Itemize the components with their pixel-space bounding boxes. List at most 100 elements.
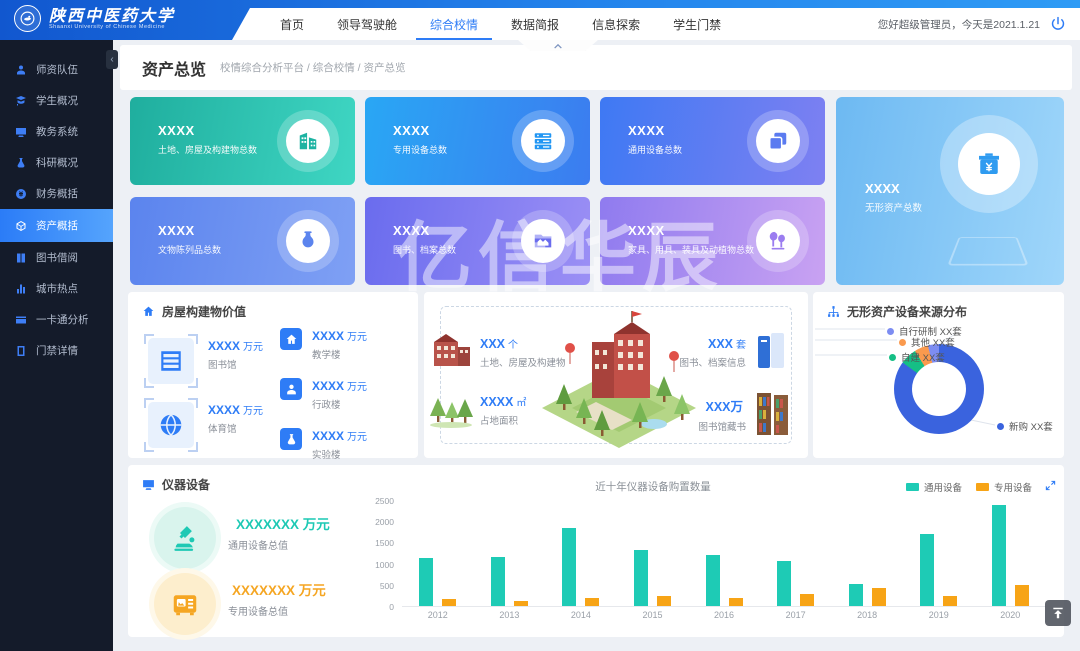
nav-school-overview[interactable]: 综合校情 bbox=[430, 8, 478, 40]
top-nav: 首页 领导驾驶舱 综合校情 数据简报 信息探索 学生门禁 您好超级管理员，今天是… bbox=[232, 8, 1080, 40]
greeting-text: 您好超级管理员，今天是2021.1.21 bbox=[878, 17, 1040, 32]
page-title: 资产总览 bbox=[142, 56, 206, 80]
bookshelf-icon bbox=[148, 338, 194, 384]
nav-home[interactable]: 首页 bbox=[280, 8, 304, 40]
legend-special-equipment[interactable]: 专用设备 bbox=[976, 480, 1032, 494]
sidebar-item-finance[interactable]: 财务概括 bbox=[0, 178, 113, 209]
server-icon bbox=[521, 119, 565, 163]
building-item-teaching: XXXX万元 教学楼 bbox=[280, 328, 367, 361]
sidebar-item-city-hotspot[interactable]: 城市热点 bbox=[0, 273, 113, 304]
student-icon bbox=[15, 95, 27, 107]
card-special-equipment[interactable]: XXXX 专用设备总数 bbox=[365, 97, 590, 185]
logo-title: 陕西中医药大学 bbox=[49, 7, 175, 24]
teacher-icon bbox=[15, 64, 27, 76]
legend-dot bbox=[889, 354, 896, 361]
sidebar-item-label: 科研概况 bbox=[36, 155, 78, 170]
panel-title: 房屋构建物价值 bbox=[162, 303, 246, 320]
bar-chart-plot bbox=[402, 501, 1046, 607]
sidebar-item-faculty[interactable]: 师资队伍 bbox=[0, 54, 113, 85]
page-header: 资产总览 校情综合分析平台 / 综合校情 / 资产总览 bbox=[120, 45, 1072, 90]
university-logo: 陕西中医药大学 Shaanxi University of Chinese Me… bbox=[14, 5, 175, 32]
general-equipment-label: 通用设备总值 bbox=[228, 537, 288, 552]
x-tick-label: 2020 bbox=[975, 610, 1047, 620]
sidebar: 师资队伍 学生概况 教务系统 科研概况 财务概括 资产概括 图书借阅 城市热点 bbox=[0, 40, 113, 651]
card-label: 专用设备总数 bbox=[393, 143, 447, 156]
nav-collapse-toggle[interactable] bbox=[518, 40, 598, 51]
card-general-equipment[interactable]: XXXX 通用设备总数 bbox=[600, 97, 825, 185]
nav-info-explore[interactable]: 信息探索 bbox=[592, 8, 640, 40]
sidebar-item-assets[interactable]: 资产概括 bbox=[0, 209, 113, 242]
y-tick-label: 1500 bbox=[368, 538, 394, 548]
sidebar-item-card-analysis[interactable]: 一卡通分析 bbox=[0, 304, 113, 335]
专用设备-bar bbox=[800, 594, 814, 606]
back-to-top-button[interactable] bbox=[1045, 600, 1071, 626]
sidebar-item-label: 师资队伍 bbox=[36, 62, 78, 77]
card-value: XXXX bbox=[158, 223, 195, 238]
sidebar-item-academic-system[interactable]: 教务系统 bbox=[0, 116, 113, 147]
sidebar-item-research[interactable]: 科研概况 bbox=[0, 147, 113, 178]
sidebar-item-library[interactable]: 图书借阅 bbox=[0, 242, 113, 273]
sidebar-item-access-detail[interactable]: 门禁详情 bbox=[0, 335, 113, 366]
card-icon-halo bbox=[747, 110, 809, 172]
campus-stats-panel: XXX个 土地、房屋及构建物 XXXX㎡ 占地面积 XXX套 图书、档案信息 X… bbox=[424, 292, 808, 458]
stat-label: 占地面积 bbox=[480, 413, 526, 427]
card-antiques[interactable]: XXXX 文物陈列品总数 bbox=[130, 197, 355, 285]
x-tick-label: 2015 bbox=[617, 610, 689, 620]
devices-icon bbox=[756, 119, 800, 163]
card-furniture-plants[interactable]: XXXX 家具、用具、装具及动植物总数 bbox=[600, 197, 825, 285]
logout-power-icon[interactable] bbox=[1050, 16, 1066, 32]
y-tick-label: 0 bbox=[368, 602, 394, 612]
card-icon bbox=[15, 314, 27, 326]
card-label: 土地、房屋及构建物总数 bbox=[158, 143, 257, 156]
equipment-panel: 仪器设备 XXXXXXX 万元 通用设备总值 XXXXXXX 万元 专用设备总值… bbox=[128, 465, 1064, 637]
nav-data-brief[interactable]: 数据简报 bbox=[511, 8, 559, 40]
building-label: 行政楼 bbox=[312, 397, 367, 411]
通用设备-bar bbox=[634, 550, 648, 606]
prism-decoration bbox=[947, 237, 1028, 265]
panel-title-row: 仪器设备 bbox=[142, 476, 210, 493]
x-tick-label: 2019 bbox=[903, 610, 975, 620]
nav-student-access[interactable]: 学生门禁 bbox=[673, 8, 721, 40]
chart-expand-icon[interactable] bbox=[1045, 478, 1056, 489]
building-value: XXXX bbox=[312, 379, 344, 393]
card-value: XXXX bbox=[628, 223, 665, 238]
card-value: XXXX bbox=[865, 181, 900, 196]
card-icon-halo bbox=[277, 210, 339, 272]
trees-illustration bbox=[428, 396, 474, 428]
legend-dot bbox=[899, 339, 906, 346]
logo-text: 陕西中医药大学 Shaanxi University of Chinese Me… bbox=[49, 7, 175, 30]
stat-unit: 个 bbox=[508, 340, 518, 351]
sidebar-collapse-handle[interactable]: ‹ bbox=[106, 50, 118, 69]
monitor-icon bbox=[15, 126, 27, 138]
card-label: 无形资产总数 bbox=[865, 200, 922, 214]
通用设备-bar bbox=[562, 528, 576, 606]
专用设备-bar bbox=[729, 598, 743, 606]
intangible-source-panel: 无形资产设备来源分布 自行研制 XX套 其他 XX套 自建 XX套 新购 XX套 bbox=[813, 292, 1064, 458]
sidebar-item-label: 门禁详情 bbox=[36, 343, 78, 358]
campus-stat-area: XXXX㎡ 占地面积 bbox=[480, 394, 526, 427]
card-intangible-assets[interactable]: XXXX 无形资产总数 bbox=[836, 97, 1064, 285]
bookshelf-illustration bbox=[756, 392, 790, 436]
donut-legend-self-built: 自建 XX套 bbox=[889, 350, 945, 364]
card-books-archives[interactable]: XXXX 图书、档案总数 bbox=[365, 197, 590, 285]
asset-box-icon bbox=[15, 220, 27, 232]
nav-leader-cockpit[interactable]: 领导驾驶舱 bbox=[337, 8, 397, 40]
bar-group bbox=[617, 501, 689, 606]
equipment-bar-chart: 近十年仪器设备购置数量 通用设备 专用设备 201220132014201520… bbox=[368, 477, 1058, 629]
card-icon-halo bbox=[512, 110, 574, 172]
admin-person-icon bbox=[280, 378, 302, 400]
card-value: XXXX bbox=[158, 123, 195, 138]
plants-icon bbox=[756, 219, 800, 263]
coin-yuan-icon bbox=[15, 188, 27, 200]
sidebar-item-students[interactable]: 学生概况 bbox=[0, 85, 113, 116]
legend-general-equipment[interactable]: 通用设备 bbox=[906, 480, 962, 494]
专用设备-bar bbox=[585, 598, 599, 606]
card-value: XXXX bbox=[628, 123, 665, 138]
special-equipment-label: 专用设备总值 bbox=[228, 603, 288, 618]
card-land-buildings[interactable]: XXXX 土地、房屋及构建物总数 bbox=[130, 97, 355, 185]
panel-title: 仪器设备 bbox=[162, 476, 210, 493]
chevron-up-icon bbox=[553, 42, 563, 50]
breadcrumb: 校情综合分析平台 / 综合校情 / 资产总览 bbox=[220, 60, 406, 75]
building-label: 图书馆 bbox=[208, 357, 263, 371]
card-label: 图书、档案总数 bbox=[393, 243, 456, 256]
